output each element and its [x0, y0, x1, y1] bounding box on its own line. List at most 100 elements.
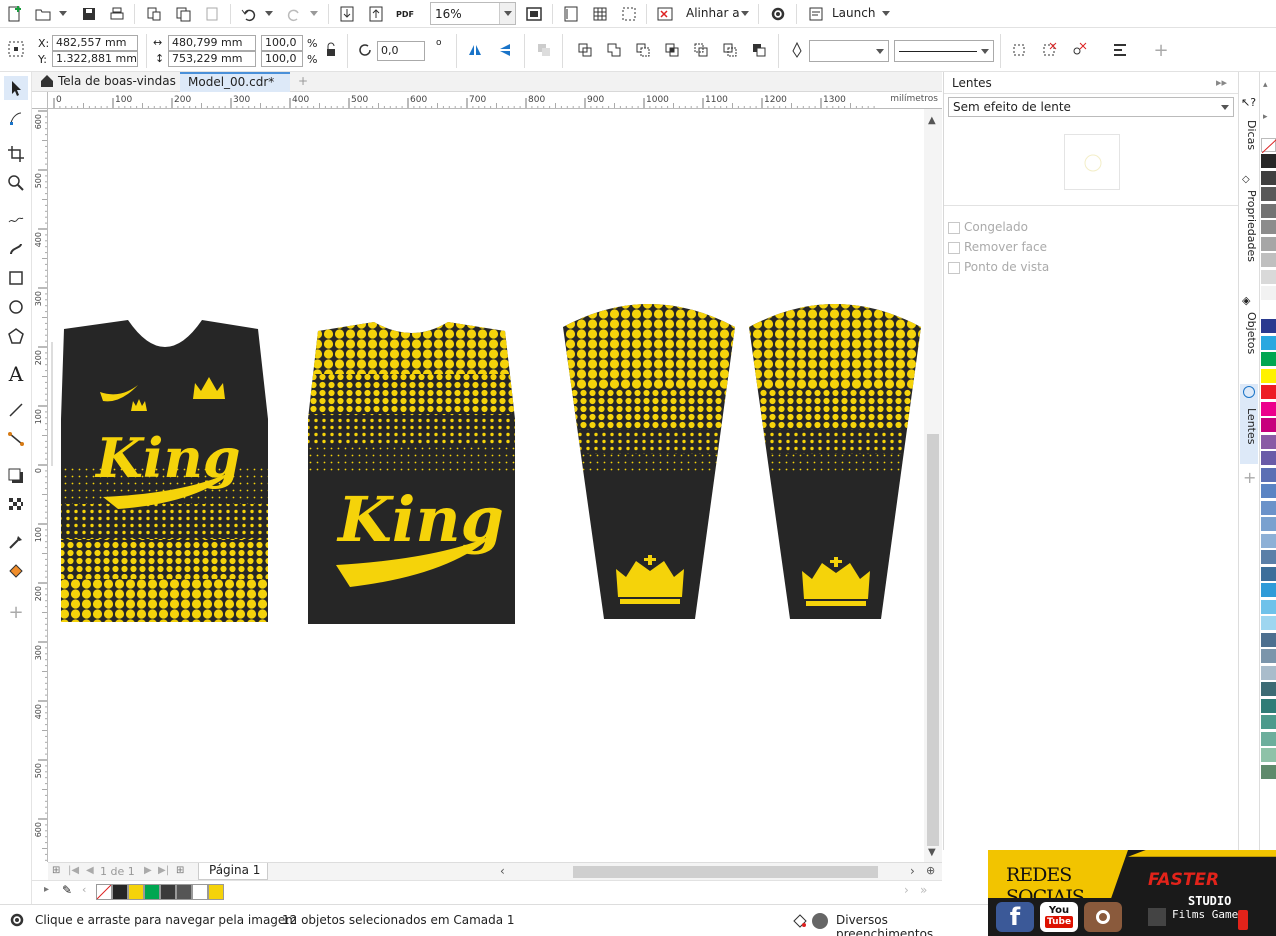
- palette-swatch[interactable]: [1261, 467, 1276, 482]
- options-gear-icon[interactable]: [767, 3, 789, 25]
- tab-objects[interactable]: Objetos: [1240, 312, 1258, 362]
- palette-swatch[interactable]: [1261, 319, 1276, 333]
- swatch-gray-dark[interactable]: [160, 884, 176, 900]
- simplify-icon[interactable]: [690, 39, 712, 61]
- new-document-icon[interactable]: [4, 3, 26, 25]
- home-icon[interactable]: [32, 72, 53, 92]
- palette-swatch[interactable]: [1261, 352, 1276, 366]
- convert-to-curves-icon[interactable]: [1008, 39, 1030, 61]
- align-distribute-icon[interactable]: [1109, 39, 1131, 61]
- tab-hints[interactable]: Dicas: [1240, 120, 1258, 160]
- tab-welcome-screen[interactable]: Tela de boas-vindas: [50, 72, 184, 92]
- viewpoint-checkbox[interactable]: [948, 262, 960, 274]
- save-icon[interactable]: [78, 3, 100, 25]
- swatch-yellow[interactable]: [128, 884, 144, 900]
- palette-expand-right-icon[interactable]: »: [920, 883, 927, 897]
- swatch-none[interactable]: [96, 884, 112, 900]
- intersect-icon[interactable]: [661, 39, 683, 61]
- open-folder-icon[interactable]: [32, 3, 54, 25]
- outline-indicator-icon[interactable]: [812, 913, 828, 929]
- horizontal-ruler[interactable]: 0 100 200 300 400 500 600 700 800 900 1000 1100 1200…: [48, 92, 942, 109]
- palette-scroll-left-icon[interactable]: ‹: [82, 883, 86, 896]
- docker-expand-icon[interactable]: ▸▸: [1216, 76, 1227, 89]
- import-icon[interactable]: [336, 3, 358, 25]
- palette-swatch[interactable]: [1261, 632, 1276, 647]
- zoom-tool-icon[interactable]: [4, 171, 28, 195]
- tab-model-document[interactable]: Model_00.cdr*: [180, 72, 290, 92]
- object-origin-icon[interactable]: [5, 38, 27, 60]
- jersey-back[interactable]: King: [298, 314, 528, 624]
- palette-swatch[interactable]: [1261, 616, 1276, 630]
- tab-page-1[interactable]: Página 1: [198, 863, 268, 880]
- lens-type-select[interactable]: Sem efeito de lente: [948, 97, 1234, 117]
- redo-dropdown-icon[interactable]: [310, 11, 318, 16]
- show-rulers-icon[interactable]: [560, 3, 582, 25]
- youtube-icon[interactable]: You Tube: [1040, 902, 1078, 932]
- show-guidelines-icon[interactable]: [618, 3, 640, 25]
- palette-swatch[interactable]: [1261, 253, 1276, 267]
- palette-swatch[interactable]: [1261, 698, 1276, 713]
- tab-properties[interactable]: Propriedades: [1240, 190, 1258, 270]
- add-toolbar-icon[interactable]: +: [1150, 39, 1172, 61]
- palette-swatch[interactable]: [1261, 368, 1276, 383]
- palette-menu-icon[interactable]: ▸: [1263, 112, 1268, 122]
- redo-icon[interactable]: [283, 3, 305, 25]
- palette-swatch[interactable]: [1261, 764, 1276, 779]
- horizontal-scroll-thumb[interactable]: [573, 866, 878, 878]
- palette-swatch[interactable]: [1261, 220, 1276, 234]
- facebook-icon[interactable]: f: [996, 902, 1034, 932]
- launch-button[interactable]: Launch: [832, 6, 875, 20]
- mirror-vertical-icon[interactable]: [494, 39, 516, 61]
- scroll-down-icon[interactable]: ▼: [928, 847, 936, 858]
- x-position-field[interactable]: 482,557 mm: [52, 35, 138, 51]
- weld-icon[interactable]: [603, 39, 625, 61]
- rotation-field[interactable]: 0,0: [377, 41, 425, 61]
- next-page-icon[interactable]: ▶: [144, 865, 152, 876]
- scroll-right-icon[interactable]: ›: [910, 864, 915, 878]
- align-to-button[interactable]: Alinhar a: [686, 6, 740, 20]
- palette-swatch[interactable]: [1261, 715, 1276, 729]
- export-icon[interactable]: [365, 3, 387, 25]
- sleeve-left[interactable]: [553, 299, 743, 619]
- ungroup-icon[interactable]: [1068, 39, 1090, 61]
- palette-swatch[interactable]: [1261, 500, 1276, 515]
- jersey-front[interactable]: King: [48, 320, 288, 624]
- combine-icon[interactable]: [574, 39, 596, 61]
- last-page-icon[interactable]: ▶|: [158, 865, 169, 876]
- front-minus-back-icon[interactable]: [719, 39, 741, 61]
- text-tool-icon[interactable]: A: [4, 362, 28, 386]
- interactive-fill-icon[interactable]: [4, 559, 28, 583]
- scale-height-field[interactable]: 100,0: [261, 51, 303, 67]
- parallel-dimension-icon[interactable]: [4, 398, 28, 422]
- palette-eyedropper-icon[interactable]: ✎: [62, 883, 72, 897]
- page-options-icon[interactable]: ⊞: [52, 865, 60, 876]
- drop-shadow-icon[interactable]: [4, 464, 28, 488]
- new-tab-icon[interactable]: +: [290, 72, 316, 92]
- ruler-corner[interactable]: [32, 92, 48, 109]
- first-page-icon[interactable]: |◀: [68, 865, 79, 876]
- vertical-ruler[interactable]: 600 500 400 300 200 100 0 100 200 300 400 500 600: [32, 109, 48, 862]
- palette-swatch[interactable]: [1261, 203, 1276, 218]
- palette-swatch[interactable]: [1261, 599, 1276, 614]
- palette-swatch[interactable]: [1261, 484, 1276, 498]
- fill-indicator-icon[interactable]: [792, 913, 808, 929]
- freehand-tool-icon[interactable]: [4, 207, 28, 231]
- palette-swatch[interactable]: [1261, 533, 1276, 548]
- back-minus-front-icon[interactable]: [748, 39, 770, 61]
- sleeve-right[interactable]: [739, 299, 924, 619]
- palette-swatch[interactable]: [1261, 583, 1276, 597]
- palette-swatch[interactable]: [1261, 385, 1276, 399]
- palette-swatch[interactable]: [1261, 665, 1276, 680]
- connector-tool-icon[interactable]: [4, 427, 28, 451]
- align-dropdown-icon[interactable]: [741, 11, 749, 16]
- undo-icon[interactable]: [238, 3, 260, 25]
- palette-swatch[interactable]: [1261, 302, 1276, 317]
- rectangle-tool-icon[interactable]: [4, 266, 28, 290]
- palette-swatch[interactable]: [1261, 269, 1276, 284]
- print-icon[interactable]: [106, 3, 128, 25]
- tab-lenses[interactable]: Lentes: [1240, 384, 1258, 464]
- cut-icon[interactable]: [143, 3, 165, 25]
- trim-icon[interactable]: [632, 39, 654, 61]
- scroll-left-icon[interactable]: ‹: [500, 864, 505, 878]
- palette-swatch[interactable]: [1261, 649, 1276, 663]
